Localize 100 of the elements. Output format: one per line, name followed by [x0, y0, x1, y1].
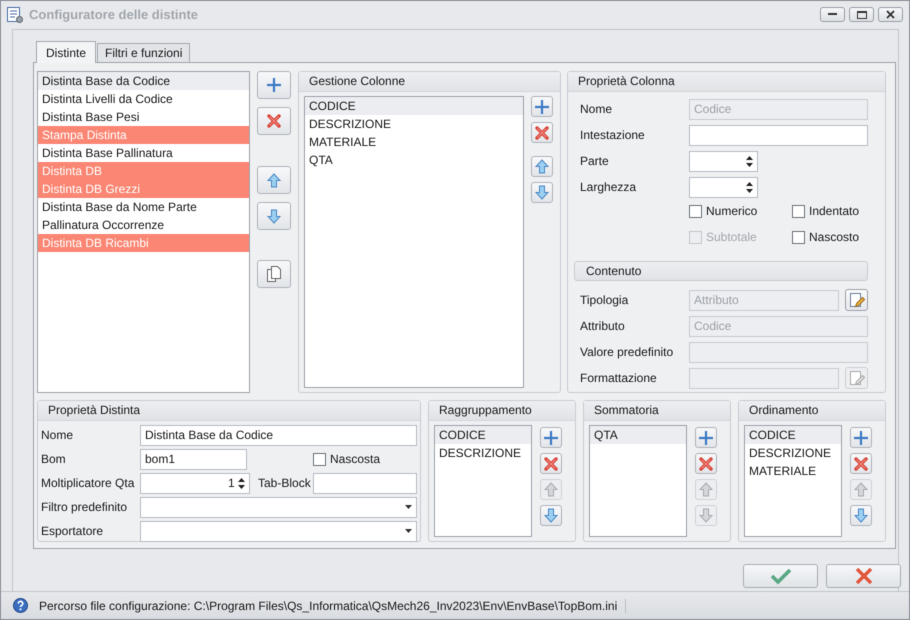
maximize-icon	[856, 10, 866, 18]
move-down-button[interactable]	[257, 202, 291, 230]
list-item[interactable]: MATERIALE	[745, 462, 841, 480]
field-label: Filtro predefinito	[41, 500, 128, 514]
field-label: Intestazione	[580, 128, 646, 142]
check-icon	[770, 567, 792, 585]
list-item[interactable]: DESCRIZIONE	[305, 115, 523, 133]
remove-button[interactable]	[850, 453, 872, 474]
spin-field[interactable]: 1	[140, 472, 250, 494]
tab[interactable]: Distinte	[36, 41, 96, 63]
list-item[interactable]: QTA	[590, 426, 686, 444]
field-label: Formattazione	[580, 371, 658, 385]
list-item[interactable]: DESCRIZIONE	[745, 444, 841, 462]
add-button[interactable]	[257, 71, 291, 99]
plus-icon	[853, 430, 869, 446]
plus-icon	[698, 430, 714, 446]
move-up-button[interactable]	[531, 156, 553, 177]
close-icon	[535, 126, 549, 140]
list-item[interactable]: Distinta Livelli da Codice	[38, 90, 249, 108]
group-title: Ordinamento	[739, 401, 885, 421]
checkbox[interactable]	[792, 204, 805, 218]
list-item[interactable]: DESCRIZIONE	[435, 444, 531, 462]
app-icon	[7, 6, 23, 22]
remove-button[interactable]	[531, 122, 553, 143]
field-label: Esportatore	[41, 524, 104, 538]
pencil-icon	[848, 370, 865, 386]
group-title: Gestione Colonne	[299, 72, 560, 92]
close-button[interactable]	[878, 7, 903, 22]
maximize-button[interactable]	[849, 7, 874, 22]
cancel-button[interactable]	[826, 564, 901, 588]
arrow-up-icon	[699, 482, 713, 497]
add-button[interactable]	[540, 427, 562, 448]
checkbox[interactable]	[313, 452, 326, 466]
plus-icon	[543, 430, 559, 446]
move-down-button[interactable]	[850, 505, 872, 526]
spin-arrows-icon[interactable]	[746, 154, 753, 168]
text-field[interactable]: bom1	[140, 448, 247, 470]
arrow-up-icon	[267, 172, 281, 188]
plus-icon	[534, 98, 550, 114]
field-label: Valore predefinito	[580, 345, 674, 359]
text-field[interactable]	[689, 124, 868, 146]
pencil-icon	[848, 292, 865, 308]
plus-icon	[266, 77, 282, 93]
arrow-up-icon	[544, 482, 558, 497]
arrow-down-icon	[699, 508, 713, 523]
help-icon[interactable]	[13, 598, 28, 613]
group-title: Proprietà Distinta	[38, 401, 420, 421]
ok-button[interactable]	[743, 564, 818, 588]
copy-icon	[266, 265, 282, 283]
list-item[interactable]: MATERIALE	[305, 133, 523, 151]
remove-button[interactable]	[540, 453, 562, 474]
list-item[interactable]: Distinta Base da Codice	[38, 72, 249, 90]
list-item[interactable]: CODICE	[305, 97, 523, 115]
checkbox[interactable]	[792, 230, 805, 244]
arrow-down-icon	[854, 508, 868, 523]
add-button[interactable]	[850, 427, 872, 448]
tab[interactable]: Filtri e funzioni	[97, 43, 190, 62]
close-icon	[854, 567, 872, 585]
close-icon	[544, 456, 558, 470]
copy-button[interactable]	[257, 260, 291, 288]
field-label: Larghezza	[580, 180, 638, 194]
list-item[interactable]: CODICE	[435, 426, 531, 444]
list-item[interactable]: Pallinatura Occorrenze	[38, 216, 249, 234]
arrow-up-icon	[854, 482, 868, 497]
arrow-down-icon	[544, 508, 558, 523]
remove-button[interactable]	[257, 107, 291, 135]
minimize-button[interactable]	[820, 7, 845, 22]
group-title: Sommatoria	[584, 401, 730, 421]
remove-button[interactable]	[695, 453, 717, 474]
list-item[interactable]: QTA	[305, 151, 523, 169]
spin-field[interactable]	[689, 150, 758, 172]
spin-arrows-icon[interactable]	[746, 180, 753, 194]
move-down-button[interactable]	[540, 505, 562, 526]
checkbox-label: Indentato	[809, 204, 860, 218]
dropdown-caret-icon[interactable]	[405, 529, 412, 533]
text-field[interactable]	[313, 472, 417, 494]
list-item[interactable]: Distinta Base da Nome Parte	[38, 198, 249, 216]
field-label: Nome	[41, 428, 74, 442]
field-label: Moltiplicatore Qta	[41, 476, 136, 490]
arrow-down-icon	[535, 185, 549, 200]
add-button[interactable]	[695, 427, 717, 448]
list-item[interactable]: CODICE	[745, 426, 841, 444]
close-icon	[267, 114, 281, 128]
arrow-up-icon	[535, 159, 549, 174]
spin-arrows-icon[interactable]	[238, 476, 245, 490]
field-label: Nome	[580, 102, 614, 116]
list-item[interactable]: Distinta Base Pesi	[38, 108, 249, 126]
move-down-button[interactable]	[531, 182, 553, 203]
close-icon	[854, 456, 868, 470]
minimize-icon	[828, 13, 837, 16]
move-up-button[interactable]	[257, 166, 291, 194]
close-icon	[699, 456, 713, 470]
list-item[interactable]: Distinta Base Pallinatura	[38, 144, 249, 162]
field-label: Attributo	[580, 319, 626, 333]
checkbox[interactable]	[689, 204, 702, 218]
dropdown-caret-icon[interactable]	[405, 505, 412, 509]
add-button[interactable]	[531, 96, 553, 117]
spin-field[interactable]	[689, 176, 758, 198]
text-field[interactable]: Distinta Base da Codice	[140, 424, 417, 446]
section-header: Contenuto	[574, 261, 868, 281]
